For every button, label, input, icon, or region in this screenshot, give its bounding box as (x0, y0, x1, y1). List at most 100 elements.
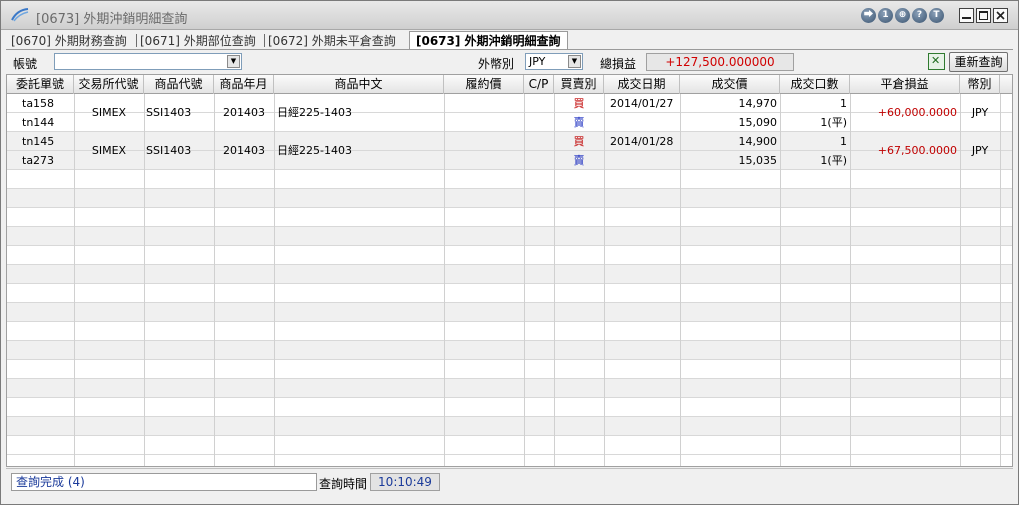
table-row (7, 246, 1012, 265)
table-row (7, 170, 1012, 189)
table-row (7, 398, 1012, 417)
currency-cell: JPY (971, 144, 989, 157)
query-time-value: 10:10:49 (370, 473, 440, 491)
column-divider (1000, 94, 1001, 466)
year-month-cell: 201403 (223, 144, 265, 157)
table-row (7, 379, 1012, 398)
currency-label: 外幣別 (478, 57, 515, 71)
exchange-cell: SIMEX (91, 144, 127, 157)
table-row (7, 189, 1012, 208)
requery-button[interactable]: 重新查詢 (949, 52, 1008, 72)
detail-grid[interactable]: 委託單號 交易所代號 商品代號 商品年月 商品中文 履約價 C/P 買賣別 成交… (6, 74, 1013, 467)
table-row (7, 208, 1012, 227)
col-strike[interactable]: 履約價 (444, 75, 524, 94)
tab-separator (264, 34, 265, 47)
exchange-cell: SIMEX (91, 106, 127, 119)
currency-value: JPY (529, 55, 546, 68)
side-cell: 買 (573, 97, 585, 110)
function-tabs: [0670] 外期財務查詢 [0671] 外期部位查詢 [0672] 外期未平倉… (6, 31, 1013, 50)
order-no-cell: ta273 (22, 154, 55, 167)
price-cell: 15,035 (738, 154, 778, 167)
column-divider (444, 94, 445, 466)
col-product-code[interactable]: 商品代號 (144, 75, 214, 94)
qty-cell: 1 (840, 135, 847, 148)
col-currency[interactable]: 幣別 (960, 75, 1000, 94)
table-row (7, 417, 1012, 436)
app-logo-icon (11, 8, 29, 22)
table-row (7, 303, 1012, 322)
account-label: 帳號 (13, 57, 38, 71)
product-name-cell: 日經225-1403 (277, 144, 352, 157)
qty-cell: 1(平) (820, 154, 847, 167)
currency-select[interactable]: JPY ▼ (525, 53, 583, 70)
settings-icon[interactable]: ⊕ (895, 8, 910, 23)
excel-export-icon[interactable] (928, 53, 945, 70)
query-time-label: 查詢時間 (319, 477, 368, 491)
table-row (7, 360, 1012, 379)
currency-cell: JPY (971, 106, 989, 119)
maximize-button[interactable] (976, 8, 991, 23)
help-icon[interactable]: ? (912, 8, 927, 23)
tab-separator (136, 34, 137, 47)
chevron-down-icon[interactable]: ▼ (227, 55, 240, 68)
status-message: 查詢完成 (4) (11, 473, 317, 491)
side-cell: 賣 (573, 116, 585, 129)
total-pl-value: +127,500.000000 (646, 53, 794, 71)
tab-0670[interactable]: [0670] 外期財務查詢 (11, 33, 127, 49)
pl-cell: +60,000.0000 (877, 106, 957, 119)
qty-cell: 1(平) (820, 116, 847, 129)
pl-cell: +67,500.0000 (877, 144, 957, 157)
page-one-icon[interactable]: 1 (878, 8, 893, 23)
close-icon (996, 11, 1005, 20)
col-product-name[interactable]: 商品中文 (274, 75, 444, 94)
chevron-down-icon[interactable]: ▼ (568, 55, 581, 68)
table-row (7, 284, 1012, 303)
account-select[interactable]: ▼ (54, 53, 242, 70)
date-cell: 2014/01/27 (610, 97, 674, 110)
price-cell: 15,090 (738, 116, 778, 129)
table-row (7, 341, 1012, 360)
col-qty[interactable]: 成交口數 (780, 75, 850, 94)
col-exchange[interactable]: 交易所代號 (74, 75, 144, 94)
price-cell: 14,900 (738, 135, 778, 148)
side-cell: 買 (573, 135, 585, 148)
qty-cell: 1 (840, 97, 847, 110)
col-year-month[interactable]: 商品年月 (214, 75, 274, 94)
order-no-cell: tn144 (22, 116, 55, 129)
title-bar: [0673] 外期沖銷明細查詢 ⮕ 1 ⊕ ? T (1, 1, 1018, 30)
col-side[interactable]: 買賣別 (554, 75, 604, 94)
side-cell: 賣 (573, 154, 585, 167)
product-name-cell: 日經225-1403 (277, 106, 352, 119)
col-order-no[interactable]: 委託單號 (7, 75, 74, 94)
table-row (7, 436, 1012, 455)
query-bar: 帳號 ▼ 外幣別 JPY ▼ 總損益 +127,500.000000 重新查詢 (6, 49, 1013, 73)
price-cell: 14,970 (738, 97, 778, 110)
tab-0671[interactable]: [0671] 外期部位查詢 (140, 33, 256, 49)
col-cp[interactable]: C/P (524, 75, 554, 94)
col-pl[interactable]: 平倉損益 (850, 75, 960, 94)
close-button[interactable] (993, 8, 1008, 23)
product-code-cell: SSI1403 (146, 144, 192, 157)
product-code-cell: SSI1403 (146, 106, 192, 119)
tab-0672[interactable]: [0672] 外期未平倉查詢 (268, 33, 396, 49)
table-row (7, 227, 1012, 246)
year-month-cell: 201403 (223, 106, 265, 119)
exit-icon[interactable]: ⮕ (861, 8, 876, 23)
col-price[interactable]: 成交價 (680, 75, 780, 94)
column-divider (274, 94, 275, 466)
col-date[interactable]: 成交日期 (604, 75, 680, 94)
order-no-cell: ta158 (22, 97, 55, 110)
column-divider (524, 94, 525, 466)
total-pl-label: 總損益 (600, 57, 637, 71)
table-row (7, 322, 1012, 341)
minimize-button[interactable] (959, 8, 974, 23)
topmost-icon[interactable]: T (929, 8, 944, 23)
order-no-cell: tn145 (22, 135, 55, 148)
table-row (7, 265, 1012, 284)
main-window: [0673] 外期沖銷明細查詢 ⮕ 1 ⊕ ? T [0670] 外期財務查詢 … (0, 0, 1019, 505)
date-cell: 2014/01/28 (610, 135, 674, 148)
tab-0673[interactable]: [0673] 外期沖銷明細查詢 (409, 31, 568, 50)
column-divider (604, 94, 605, 466)
window-title: [0673] 外期沖銷明細查詢 (36, 12, 188, 27)
grid-header: 委託單號 交易所代號 商品代號 商品年月 商品中文 履約價 C/P 買賣別 成交… (7, 75, 1012, 94)
